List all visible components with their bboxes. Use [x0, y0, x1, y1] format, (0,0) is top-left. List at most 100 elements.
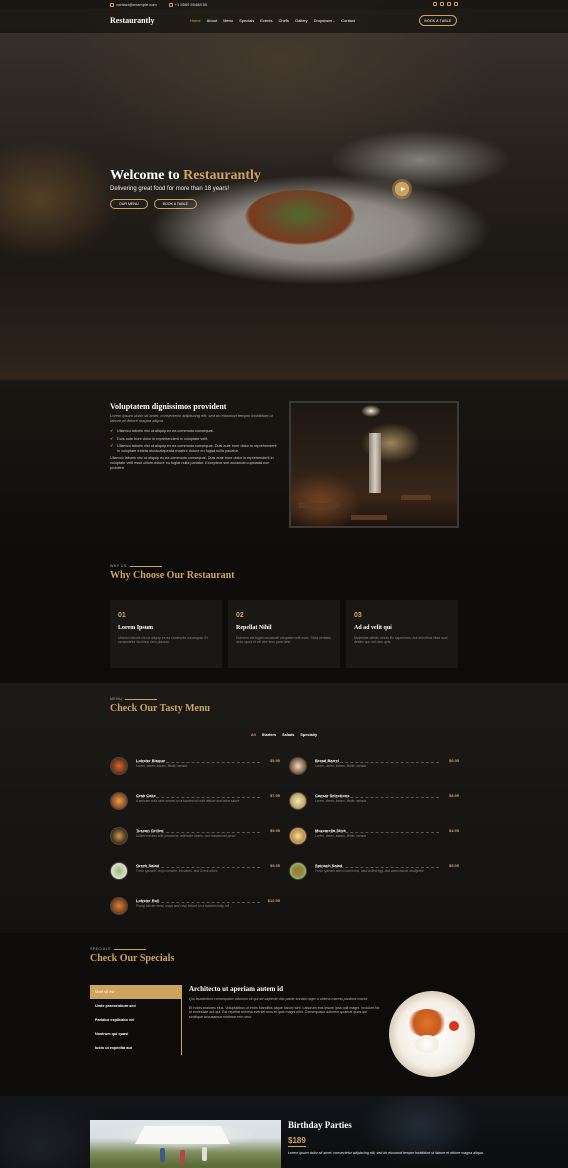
why-box: 02 Repellat Nihil Dolorem est fugiat occ… — [228, 600, 340, 668]
nav-specials[interactable]: Specials — [239, 18, 254, 23]
event-details: Birthday Parties $189 Lorem ipsum dolor … — [288, 1120, 488, 1156]
interior-table — [401, 495, 431, 500]
about-section: Voluptatem dignissimos provident Lorem i… — [0, 380, 568, 550]
social-links — [433, 2, 458, 6]
dish-tomato — [449, 1021, 459, 1031]
hero-title-prefix: Welcome to — [110, 168, 184, 183]
menu-item-desc: Lorem, deren, trataro, filede, nerada — [136, 764, 188, 768]
why-header: WHY US Why Choose Our Restaurant — [110, 564, 235, 581]
hero-buttons: OUR MENU BOOK A TABLE — [110, 199, 261, 209]
specials-section: SPECIALS Check Our Specials Modi sit est… — [0, 933, 568, 1096]
menu-item-desc: Lorem, deren, trataro, filede, nerada — [315, 834, 367, 838]
menu-item-desc: Fresh spinach, crisp romaine, tomatoes, … — [136, 869, 218, 873]
events-section: Birthday Parties $189 Lorem ipsum dolor … — [0, 1096, 568, 1168]
menu-item-dots — [136, 902, 260, 903]
our-menu-button[interactable]: OUR MENU — [110, 199, 148, 209]
nav-menu[interactable]: Menu — [223, 18, 233, 23]
why-us-section: WHY US Why Choose Our Restaurant 01 Lore… — [0, 550, 568, 683]
specials-tab[interactable]: Iusto ut expedita aut — [90, 1041, 181, 1055]
facebook-icon[interactable] — [440, 2, 444, 6]
menu-item-price: $9.95 — [448, 863, 459, 868]
main-nav: Home About Menu Specials Events Chefs Ga… — [190, 18, 355, 23]
nav-contact[interactable]: Contact — [341, 18, 355, 23]
why-tag-text: WHY US — [110, 564, 127, 568]
specials-tab[interactable]: Unde praesentium sed — [90, 999, 181, 1013]
event-price: $189 — [288, 1136, 306, 1147]
hero-book-table-button[interactable]: BOOK A TABLE — [153, 199, 198, 209]
menu-item-thumb — [110, 792, 128, 810]
why-box: 03 Ad ad velit qui Molestiae officiis om… — [346, 600, 458, 668]
nav-events[interactable]: Events — [260, 18, 272, 23]
menu-filters: All Starters Salads Specialty — [0, 733, 568, 737]
about-body: Ullamco laboris nisi ut aliquip ex ea co… — [110, 456, 274, 470]
menu-item[interactable]: Greek Salad $9.95 Fresh spinach, crisp r… — [110, 862, 280, 880]
specials-tab[interactable]: Pariatur explicabo vel — [90, 1013, 181, 1027]
specials-tab[interactable]: Modi sit est — [90, 985, 181, 999]
menu-item-price: $6.95 — [448, 758, 459, 763]
menu-header: MENU Check Our Tasty Menu — [110, 697, 210, 714]
specials-detail-body: Et nobis maiores eius. Voluptatibus ut e… — [189, 1005, 380, 1019]
menu-item-desc: Fresh spinach with mushrooms, hard boile… — [315, 869, 424, 873]
menu-item[interactable]: Mozzarella Stick $4.95 Lorem, deren, tra… — [289, 827, 459, 845]
nav-dropdown-label: Dropdown — [313, 18, 332, 23]
play-video-button[interactable] — [392, 179, 412, 199]
nav-about[interactable]: About — [207, 18, 217, 23]
filter-all[interactable]: All — [251, 733, 256, 737]
menu-item-dots — [315, 762, 439, 763]
menu-item-thumb — [110, 897, 128, 915]
header-book-table-button[interactable]: BOOK A TABLE — [419, 15, 457, 26]
about-title: Voluptatem dignissimos provident — [110, 402, 227, 411]
dish-rice — [415, 1035, 439, 1053]
email-text: contact@example.com — [116, 2, 157, 7]
tag-line — [113, 948, 146, 950]
nav-gallery[interactable]: Gallery — [295, 18, 308, 23]
email-contact[interactable]: contact@example.com — [110, 2, 157, 7]
menu-item[interactable]: Caesar Selections $8.95 Lorem, deren, tr… — [289, 792, 459, 810]
about-list: Ullamco laboris nisi ut aliquip ex ea co… — [110, 429, 280, 453]
hero-content: Welcome to Restaurantly Delivering great… — [110, 168, 261, 209]
menu-item-thumb — [289, 827, 307, 845]
menu-item-desc: Lorem, deren, trataro, filede, nerada — [315, 799, 367, 803]
menu-item[interactable]: Bread Barrel $6.95 Lorem, deren, trataro… — [289, 757, 459, 775]
menu-item[interactable]: Lobster Bisque $5.95 Lorem, deren, trata… — [110, 757, 280, 775]
menu-item-price: $7.95 — [269, 793, 280, 798]
hero-plate-food — [245, 190, 355, 245]
menu-item-thumb — [110, 827, 128, 845]
specials-detail-italic: Qui laudantium consequatur laborum sit q… — [189, 997, 368, 1001]
menu-item[interactable]: Spinach Salad $9.95 Fresh spinach with m… — [289, 862, 459, 880]
menu-tag-text: MENU — [110, 697, 123, 701]
party-guest — [160, 1148, 165, 1162]
hero-title: Welcome to Restaurantly — [110, 168, 261, 184]
site-logo[interactable]: Restaurantly — [110, 16, 154, 25]
menu-item[interactable]: Tuscan Grilled $9.95 Grilled chicken wit… — [110, 827, 280, 845]
filter-specialty[interactable]: Specialty — [300, 733, 317, 737]
menu-item-thumb — [289, 792, 307, 810]
menu-item-price: $8.95 — [448, 793, 459, 798]
menu-item[interactable]: Crab Cake $7.95 A delicate crab cake ser… — [110, 792, 280, 810]
specials-tab[interactable]: Nostrum qui quasi — [90, 1027, 181, 1041]
nav-chefs[interactable]: Chefs — [279, 18, 289, 23]
menu-item-dots — [136, 832, 260, 833]
menu-item-desc: Lorem, deren, trataro, filede, nerada — [315, 764, 367, 768]
about-bullet: Ullamco laboris nisi ut aliquip ex ea co… — [110, 444, 280, 453]
filter-salads[interactable]: Salads — [282, 733, 294, 737]
about-bullet: Duis aute irure dolor in reprehenderit i… — [110, 437, 280, 442]
play-icon — [400, 187, 405, 191]
linkedin-icon[interactable] — [454, 2, 458, 6]
phone-contact: +1 5589 55488 55 — [168, 2, 207, 7]
top-contact: contact@example.com +1 5589 55488 55 — [110, 2, 207, 7]
nav-dropdown[interactable]: Dropdown ⌄ — [314, 18, 336, 23]
filter-starters[interactable]: Starters — [262, 733, 276, 737]
why-box: 01 Lorem Ipsum Ulamco laboris nisi ut al… — [110, 600, 222, 668]
menu-item-desc: Plump lobster meat, mayo and crisp lettu… — [136, 904, 230, 908]
about-bullet: Ullamco laboris nisi ut aliquip ex ea co… — [110, 429, 280, 434]
nav-home[interactable]: Home — [190, 18, 201, 23]
box-desc: Ulamco laboris nisi ut aliquip ex ea com… — [118, 636, 208, 645]
menu-item[interactable]: Lobster Roll $12.95 Plump lobster meat, … — [110, 897, 280, 915]
site-header: Restaurantly Home About Menu Specials Ev… — [0, 9, 568, 33]
dish-shrimp — [407, 1009, 447, 1037]
box-number: 02 — [236, 612, 244, 619]
twitter-icon[interactable] — [433, 2, 437, 6]
instagram-icon[interactable] — [447, 2, 451, 6]
menu-item-dots — [315, 832, 439, 833]
